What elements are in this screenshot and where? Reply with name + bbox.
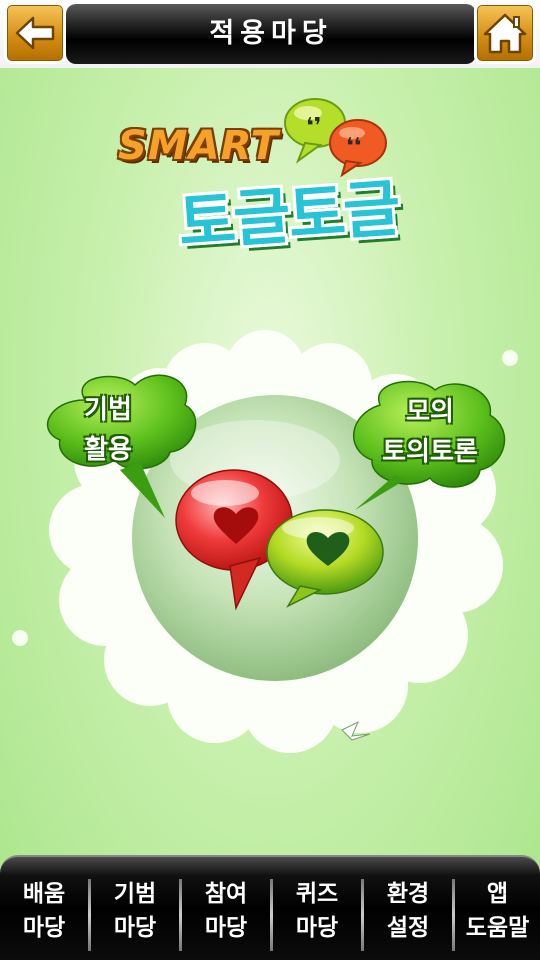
nav-settings[interactable]: 환경 설정 (364, 877, 452, 953)
nav-participation[interactable]: 참여 마당 (182, 877, 270, 953)
page-title: 적용마당 (209, 18, 333, 49)
nav-label: 기범 (113, 881, 157, 907)
back-button[interactable] (4, 2, 66, 64)
bubble-line: 모의 (406, 397, 454, 427)
nav-technique[interactable]: 기범 마당 (91, 877, 179, 953)
logo-smart-text: SMART (118, 123, 279, 169)
svg-text:❛❛: ❛❛ (346, 134, 361, 159)
bubble-line: 토의토론 (382, 437, 478, 467)
nav-label: 환경 (386, 881, 430, 907)
nav-app-help[interactable]: 앱 도움말 (455, 877, 540, 953)
app-logo: ❛❜ ❛❛ SMART 토글토글 (110, 95, 430, 270)
header: 적용마당 (0, 0, 540, 68)
nav-label: 퀴즈 (295, 881, 339, 907)
mock-debate-bubble[interactable]: 모의 토의토론 (352, 392, 508, 472)
nav-label: 마당 (113, 915, 157, 941)
nav-label: 마당 (22, 915, 66, 941)
bubble-line: 기법 (84, 395, 132, 425)
nav-label: 도움말 (465, 915, 530, 941)
home-icon (483, 13, 527, 54)
bubble-line: 활용 (84, 435, 132, 465)
logo-main-text: 토글토글 (176, 171, 401, 260)
arrow-left-icon (15, 16, 55, 50)
nav-quiz[interactable]: 퀴즈 마당 (273, 877, 361, 953)
nav-label: 설정 (386, 915, 430, 941)
technique-use-bubble[interactable]: 기법 활용 (58, 390, 158, 470)
nav-label: 참여 (204, 881, 248, 907)
nav-label: 앱 (486, 881, 509, 907)
home-button[interactable] (474, 2, 536, 64)
nav-label: 배움 (22, 881, 66, 907)
bottom-nav: 배움 마당 기범 마당 참여 마당 퀴즈 마당 환경 설정 앱 도움말 (0, 855, 540, 960)
nav-label: 마당 (295, 915, 339, 941)
svg-text:❛❜: ❛❜ (306, 114, 321, 139)
nav-label: 마당 (204, 915, 248, 941)
nav-learning[interactable]: 배움 마당 (0, 877, 88, 953)
